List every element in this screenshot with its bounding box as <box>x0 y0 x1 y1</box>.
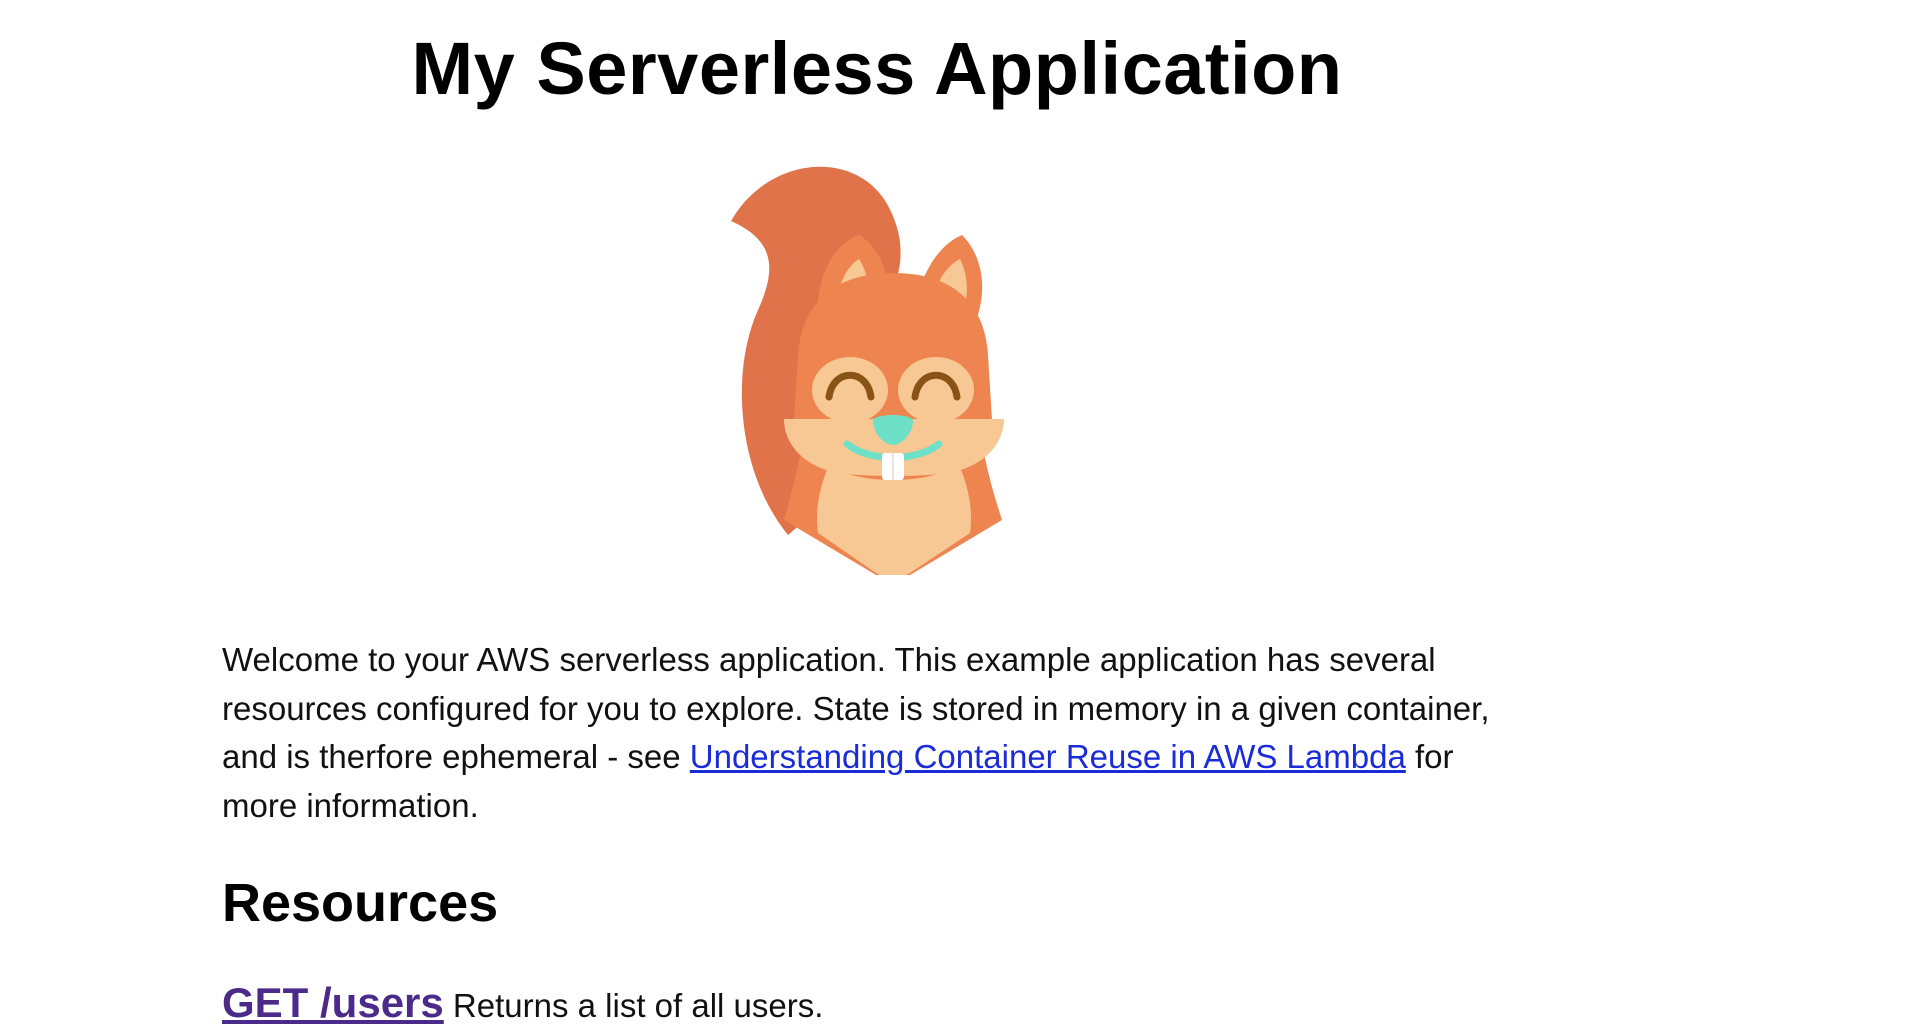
container-reuse-link[interactable]: Understanding Container Reuse in AWS Lam… <box>690 738 1406 775</box>
squirrel-right-eye-patch <box>898 357 974 423</box>
page-title: My Serverless Application <box>411 27 1343 110</box>
intro-paragraph: Welcome to your AWS serverless applicati… <box>222 636 1522 830</box>
squirrel-left-eye-patch <box>812 357 888 423</box>
get-users-link[interactable]: GET /users <box>222 979 444 1026</box>
resource-item: GET /users Returns a list of all users. <box>222 978 823 1031</box>
get-users-description: Returns a list of all users. <box>443 987 824 1024</box>
resources-heading: Resources <box>222 873 499 933</box>
squirrel-mascot-icon <box>714 155 1064 575</box>
